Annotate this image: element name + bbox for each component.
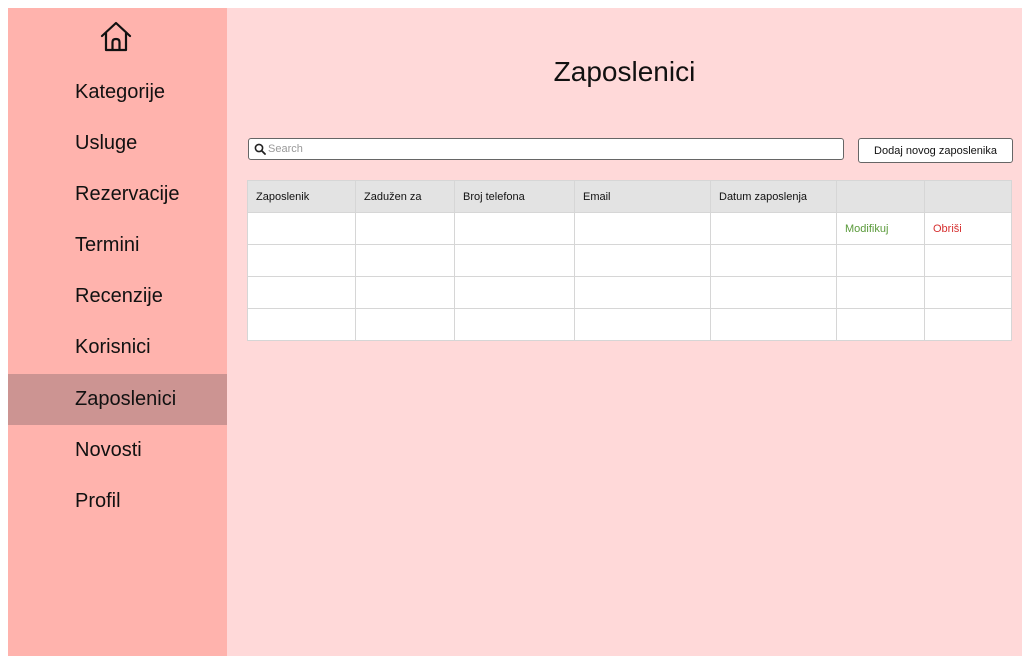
- table-cell: [710, 308, 837, 341]
- sidebar-item-label: Profil: [75, 490, 121, 512]
- table-row: [247, 244, 1012, 277]
- search-input[interactable]: [266, 140, 843, 158]
- search-box[interactable]: [248, 138, 844, 160]
- table-cell: [710, 212, 837, 245]
- table-cell: [355, 244, 455, 277]
- sidebar: Kategorije Usluge Rezervacije Termini Re…: [8, 8, 227, 656]
- table-cell: [454, 308, 575, 341]
- table-cell: [836, 244, 925, 277]
- page-title: Zaposlenici: [553, 56, 696, 87]
- table-cell: [924, 244, 1012, 277]
- table-cell: [247, 276, 356, 309]
- table-row: [247, 276, 1012, 309]
- table-cell: [355, 308, 455, 341]
- modify-link[interactable]: Modifikuj: [845, 223, 888, 235]
- sidebar-item-termini[interactable]: Termini: [8, 220, 227, 271]
- column-header-zaduzen-za: Zadužen za: [355, 180, 455, 213]
- table-header-row: Zaposlenik Zadužen za Broj telefona Emai…: [247, 180, 1012, 213]
- column-header-broj-telefona: Broj telefona: [454, 180, 575, 213]
- column-header-zaposlenik: Zaposlenik: [247, 180, 356, 213]
- sidebar-item-recenzije[interactable]: Recenzije: [8, 271, 227, 322]
- table-cell: [355, 276, 455, 309]
- sidebar-item-zaposlenici[interactable]: Zaposlenici: [8, 374, 227, 425]
- table-row: [247, 308, 1012, 341]
- sidebar-item-label: Rezervacije: [75, 183, 180, 205]
- table-row: Modifikuj Obriši: [247, 212, 1012, 245]
- table-cell: [710, 244, 837, 277]
- sidebar-item-kategorije[interactable]: Kategorije: [8, 67, 227, 118]
- column-header-actions: [836, 180, 925, 213]
- table-cell: [454, 276, 575, 309]
- sidebar-item-label: Korisnici: [75, 336, 151, 358]
- app-frame: Kategorije Usluge Rezervacije Termini Re…: [8, 8, 1022, 656]
- table-cell: [710, 276, 837, 309]
- sidebar-item-label: Recenzije: [75, 285, 163, 307]
- sidebar-item-label: Zaposlenici: [75, 388, 177, 410]
- sidebar-item-rezervacije[interactable]: Rezervacije: [8, 169, 227, 220]
- column-header-actions: [924, 180, 1012, 213]
- table-cell: [454, 212, 575, 245]
- sidebar-item-label: Usluge: [75, 132, 138, 154]
- sidebar-item-label: Termini: [75, 234, 140, 256]
- sidebar-item-korisnici[interactable]: Korisnici: [8, 322, 227, 373]
- delete-link[interactable]: Obriši: [933, 223, 962, 235]
- table-cell: [247, 244, 356, 277]
- search-icon: [254, 143, 266, 155]
- table-cell: [574, 276, 711, 309]
- column-header-datum-zaposlenja: Datum zaposlenja: [710, 180, 837, 213]
- sidebar-item-label: Kategorije: [75, 81, 166, 103]
- sidebar-item-label: Novosti: [75, 439, 142, 461]
- table-cell: [574, 308, 711, 341]
- table-cell: [247, 308, 356, 341]
- table-cell: [355, 212, 455, 245]
- home-icon[interactable]: [98, 19, 134, 55]
- employees-table: Zaposlenik Zadužen za Broj telefona Emai…: [247, 180, 1012, 341]
- table-cell: [924, 276, 1012, 309]
- table-cell: [574, 212, 711, 245]
- table-cell: [836, 308, 925, 341]
- table-cell: [574, 244, 711, 277]
- table-cell: [247, 212, 356, 245]
- table-cell: [454, 244, 575, 277]
- table-cell: [924, 308, 1012, 341]
- table-cell: Obriši: [924, 212, 1012, 245]
- add-employee-button[interactable]: Dodaj novog zaposlenika: [858, 138, 1013, 163]
- table-cell: [836, 276, 925, 309]
- sidebar-item-novosti[interactable]: Novosti: [8, 425, 227, 476]
- column-header-email: Email: [574, 180, 711, 213]
- table-cell: Modifikuj: [836, 212, 925, 245]
- sidebar-item-usluge[interactable]: Usluge: [8, 118, 227, 169]
- sidebar-item-profil[interactable]: Profil: [8, 476, 227, 527]
